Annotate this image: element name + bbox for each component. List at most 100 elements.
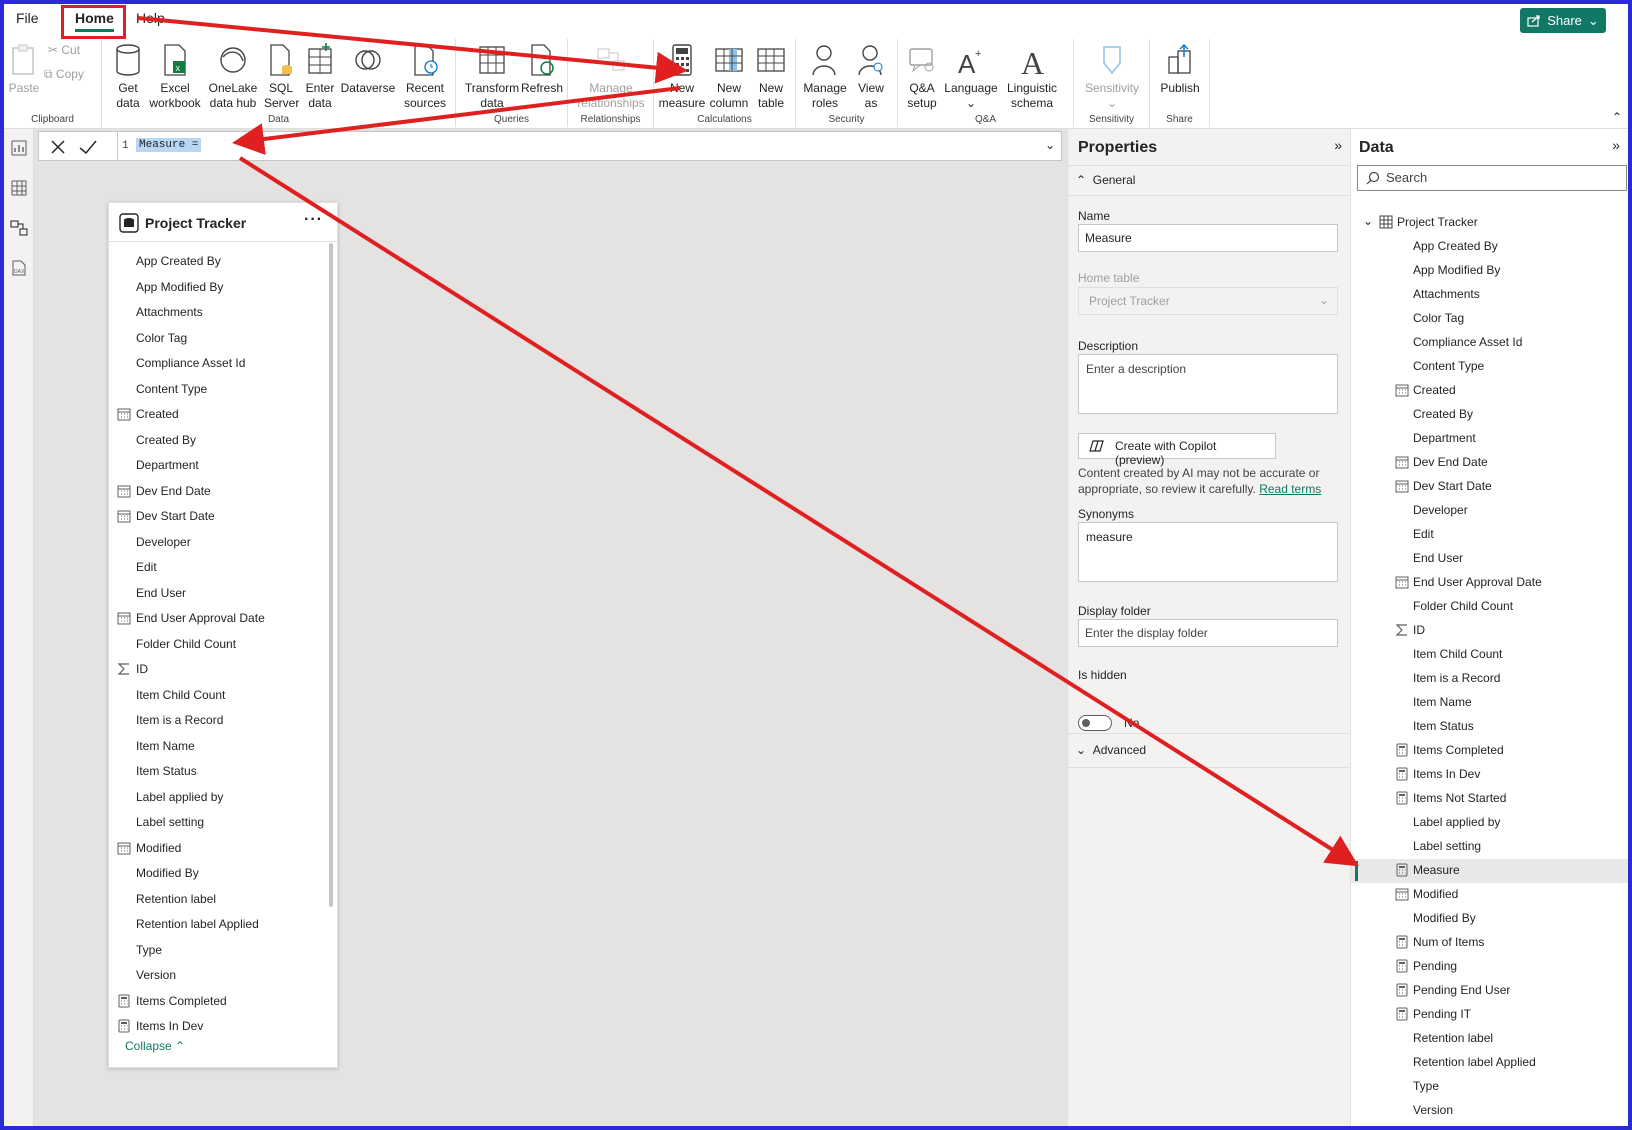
card-scrollbar[interactable] <box>329 243 333 907</box>
enter-data-button[interactable]: Enter data <box>302 43 338 111</box>
recent-sources-button[interactable]: Recent sources <box>398 43 452 111</box>
is-hidden-toggle[interactable] <box>1078 715 1112 731</box>
model-view-icon[interactable] <box>10 219 28 237</box>
data-field-attachments[interactable]: Attachments <box>1351 283 1629 307</box>
data-field-app-modified-by[interactable]: App Modified By <box>1351 259 1629 283</box>
synonyms-input[interactable]: measure <box>1078 522 1338 582</box>
excel-workbook-button[interactable]: x Excel workbook <box>148 43 202 111</box>
card-field-item-name[interactable]: Item Name <box>109 734 329 760</box>
new-measure-button[interactable]: New measure <box>658 43 706 111</box>
card-field-retention-label-applied[interactable]: Retention label Applied <box>109 912 329 938</box>
home-table-select[interactable]: Project Tracker ⌄ <box>1078 287 1338 315</box>
data-field-created-by[interactable]: Created By <box>1351 403 1629 427</box>
card-field-end-user-approval-date[interactable]: End User Approval Date <box>109 606 329 632</box>
view-as-button[interactable]: View as <box>850 43 892 111</box>
data-field-pending[interactable]: Pending <box>1351 955 1629 979</box>
menu-file[interactable]: File <box>16 10 39 26</box>
card-field-app-created-by[interactable]: App Created By <box>109 249 329 275</box>
name-input[interactable]: Measure <box>1078 224 1338 252</box>
card-field-id[interactable]: ID <box>109 657 329 683</box>
display-folder-input[interactable]: Enter the display folder <box>1078 619 1338 647</box>
card-field-items-in-dev[interactable]: Items In Dev <box>109 1014 329 1040</box>
card-field-folder-child-count[interactable]: Folder Child Count <box>109 632 329 658</box>
data-field-edit[interactable]: Edit <box>1351 523 1629 547</box>
card-field-item-status[interactable]: Item Status <box>109 759 329 785</box>
data-field-app-created-by[interactable]: App Created By <box>1351 235 1629 259</box>
data-field-color-tag[interactable]: Color Tag <box>1351 307 1629 331</box>
data-field-retention-label[interactable]: Retention label <box>1351 1027 1629 1051</box>
chevron-down-icon[interactable]: ⌄ <box>1363 214 1373 228</box>
read-terms-link[interactable]: Read terms <box>1259 482 1321 496</box>
data-field-modified[interactable]: Modified <box>1351 883 1629 907</box>
card-field-edit[interactable]: Edit <box>109 555 329 581</box>
card-field-modified-by[interactable]: Modified By <box>109 861 329 887</box>
commit-check-icon[interactable] <box>77 136 99 158</box>
copy-button[interactable]: ⧉ Copy <box>44 67 84 82</box>
share-button[interactable]: Share ⌄ <box>1520 8 1606 33</box>
card-field-items-completed[interactable]: Items Completed <box>109 989 329 1015</box>
collapse-link[interactable]: Collapse ⌃ <box>125 1039 185 1053</box>
collapse-pane-icon[interactable]: » <box>1334 137 1342 153</box>
data-field-pending-it[interactable]: Pending IT <box>1351 1003 1629 1027</box>
dax-query-view-icon[interactable]: DAX <box>10 259 28 277</box>
sql-server-button[interactable]: SQL Server <box>264 43 299 111</box>
table-card-project-tracker[interactable]: Project Tracker ··· App Created By App Mo… <box>108 202 338 1068</box>
advanced-section-header[interactable]: ⌄ Advanced <box>1076 743 1146 757</box>
card-field-item-is-a-record[interactable]: Item is a Record <box>109 708 329 734</box>
data-field-label-applied-by[interactable]: Label applied by <box>1351 811 1629 835</box>
linguistic-schema-button[interactable]: A Linguistic schema <box>1000 43 1064 111</box>
data-field-type[interactable]: Type <box>1351 1075 1629 1099</box>
data-field-items-in-dev[interactable]: Items In Dev <box>1351 763 1629 787</box>
dataverse-button[interactable]: Dataverse <box>340 43 396 96</box>
data-field-items-completed[interactable]: Items Completed <box>1351 739 1629 763</box>
card-field-dev-start-date[interactable]: Dev Start Date <box>109 504 329 530</box>
get-data-button[interactable]: Get data <box>108 43 148 111</box>
data-field-department[interactable]: Department <box>1351 427 1629 451</box>
card-field-developer[interactable]: Developer <box>109 530 329 556</box>
description-input[interactable]: Enter a description <box>1078 354 1338 414</box>
data-field-item-child-count[interactable]: Item Child Count <box>1351 643 1629 667</box>
card-field-type[interactable]: Type <box>109 938 329 964</box>
card-field-created[interactable]: Created <box>109 402 329 428</box>
card-field-content-type[interactable]: Content Type <box>109 377 329 403</box>
data-field-items-not-started[interactable]: Items Not Started <box>1351 787 1629 811</box>
expand-formula-icon[interactable]: ⌄ <box>1045 138 1055 152</box>
onelake-button[interactable]: OneLake data hub <box>204 43 262 111</box>
card-field-version[interactable]: Version <box>109 963 329 989</box>
data-field-id[interactable]: ID <box>1351 619 1629 643</box>
more-options-icon[interactable]: ··· <box>304 211 323 229</box>
data-field-item-is-a-record[interactable]: Item is a Record <box>1351 667 1629 691</box>
card-field-dev-end-date[interactable]: Dev End Date <box>109 479 329 505</box>
card-field-attachments[interactable]: Attachments <box>109 300 329 326</box>
new-table-button[interactable]: New table <box>752 43 790 111</box>
cut-button[interactable]: ✂ Cut <box>48 43 80 57</box>
card-field-modified[interactable]: Modified <box>109 836 329 862</box>
data-field-developer[interactable]: Developer <box>1351 499 1629 523</box>
formula-text[interactable]: Measure = <box>136 138 202 152</box>
table-node-project-tracker[interactable]: ⌄ Project Tracker <box>1351 211 1629 235</box>
new-column-button[interactable]: New column <box>708 43 750 111</box>
create-with-copilot-button[interactable]: Create with Copilot (preview) <box>1078 433 1276 467</box>
paste-button[interactable]: Paste <box>6 43 42 96</box>
card-field-label-applied-by[interactable]: Label applied by <box>109 785 329 811</box>
data-field-item-name[interactable]: Item Name <box>1351 691 1629 715</box>
data-field-content-type[interactable]: Content Type <box>1351 355 1629 379</box>
cancel-icon[interactable] <box>47 136 69 158</box>
qa-setup-button[interactable]: Q&A setup <box>902 43 942 111</box>
data-field-end-user[interactable]: End User <box>1351 547 1629 571</box>
data-field-dev-start-date[interactable]: Dev Start Date <box>1351 475 1629 499</box>
card-field-label-setting[interactable]: Label setting <box>109 810 329 836</box>
card-field-item-child-count[interactable]: Item Child Count <box>109 683 329 709</box>
data-field-folder-child-count[interactable]: Folder Child Count <box>1351 595 1629 619</box>
data-field-compliance-asset-id[interactable]: Compliance Asset Id <box>1351 331 1629 355</box>
collapse-ribbon-icon[interactable]: ⌃ <box>1612 110 1622 124</box>
data-field-modified-by[interactable]: Modified By <box>1351 907 1629 931</box>
table-view-icon[interactable] <box>10 179 28 197</box>
search-input[interactable]: Search <box>1357 165 1627 191</box>
refresh-button[interactable]: Refresh <box>520 43 564 96</box>
card-field-end-user[interactable]: End User <box>109 581 329 607</box>
transform-data-button[interactable]: Transform data <box>464 43 520 111</box>
publish-button[interactable]: Publish <box>1154 43 1206 96</box>
card-field-department[interactable]: Department <box>109 453 329 479</box>
manage-roles-button[interactable]: Manage roles <box>802 43 848 111</box>
